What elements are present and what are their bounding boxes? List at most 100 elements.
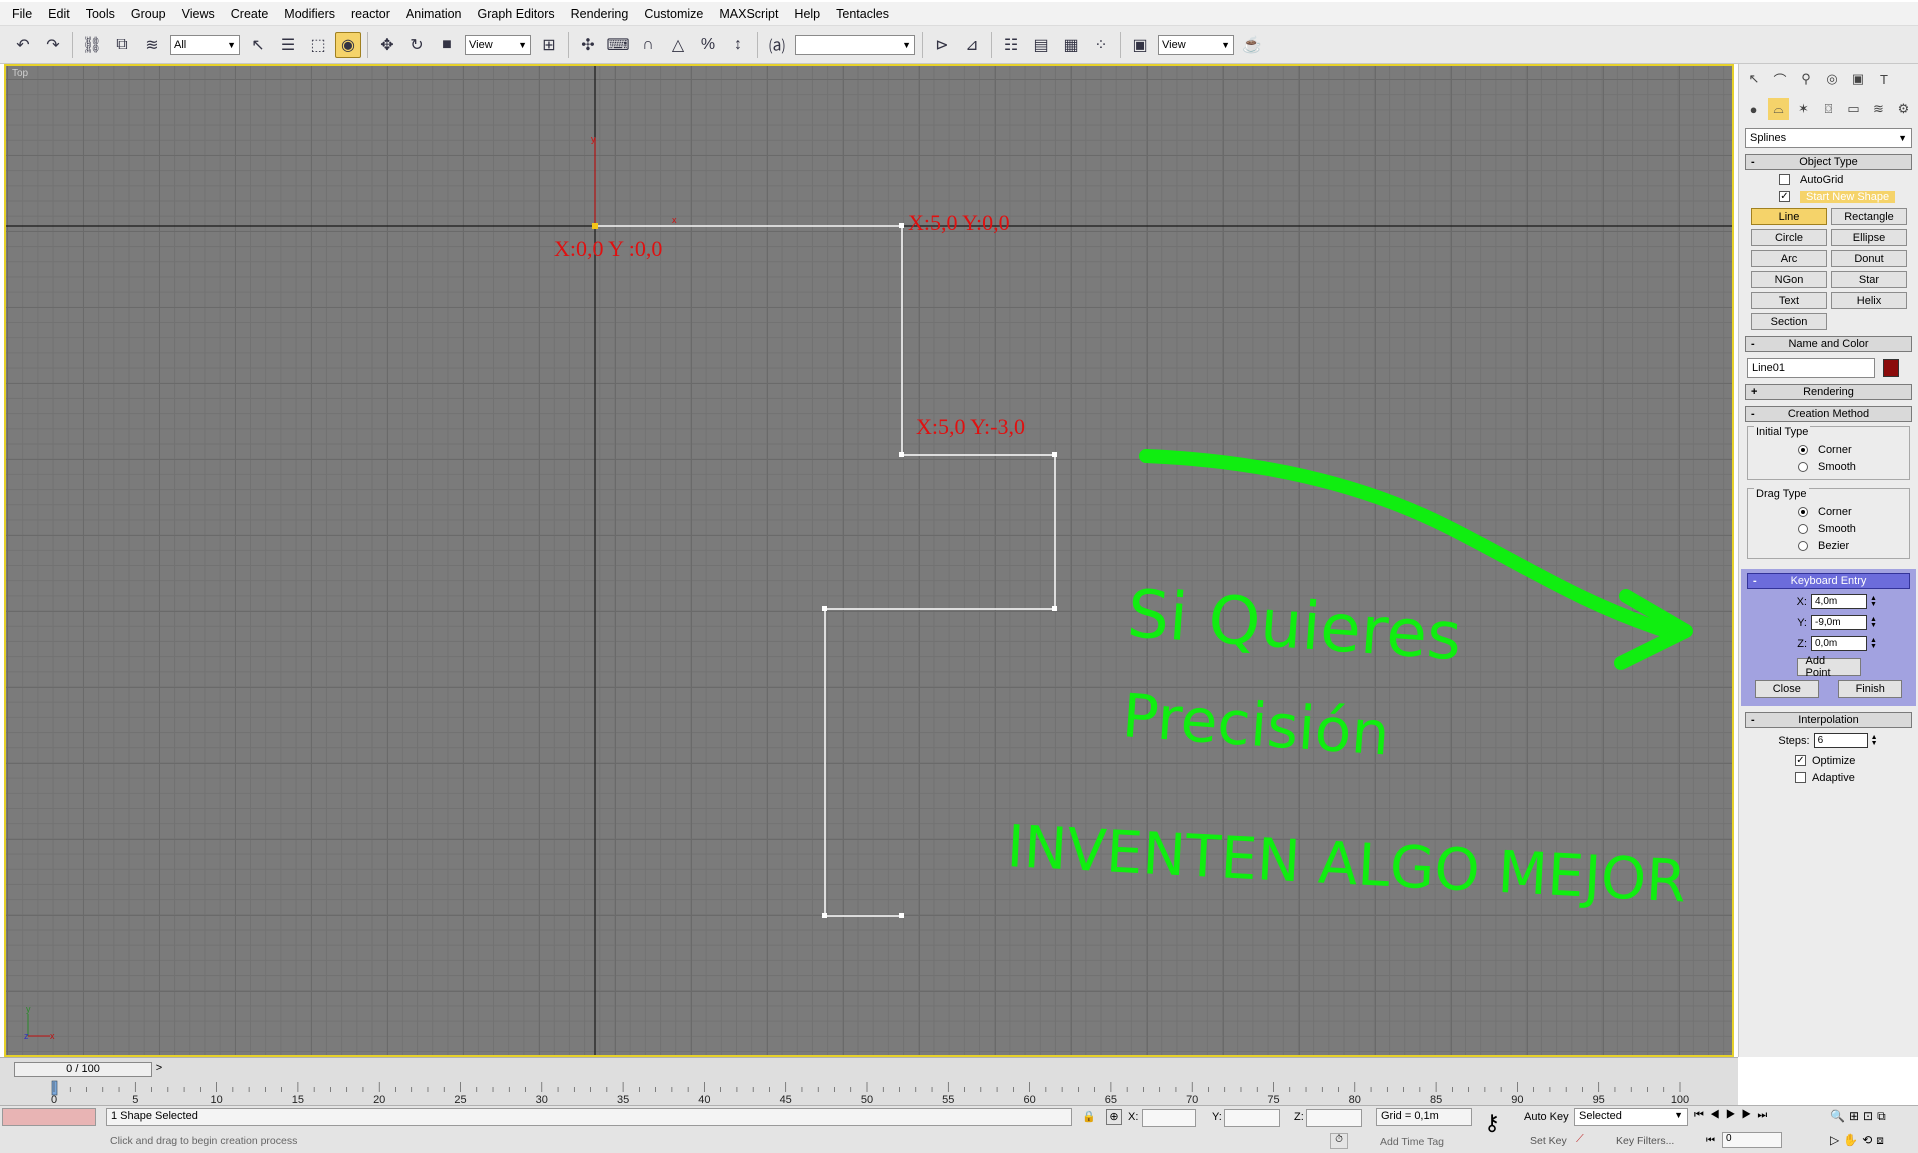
add-point-button[interactable]: Add Point [1796,655,1861,679]
object-type-circle-button[interactable]: Circle [1751,229,1827,246]
object-type-line-button[interactable]: Line [1751,208,1827,225]
selection-filter-dropdown[interactable]: All ▼ [170,34,240,55]
select-and-move-icon[interactable]: ✥ [374,32,400,58]
spinner-snap-icon[interactable]: ↕ [725,32,751,58]
lock-icon[interactable]: 🔒 [1082,1110,1096,1123]
close-button[interactable]: Close [1754,680,1819,698]
object-color-swatch[interactable] [1883,359,1899,377]
finish-button[interactable]: Finish [1838,680,1903,698]
spinner-arrows-icon[interactable]: ▲ ▼ [1870,595,1878,608]
maximize-viewport-icon[interactable]: ⧈ [1876,1133,1888,1147]
play-icon[interactable]: ▶ [1726,1109,1742,1121]
menu-tools[interactable]: Tools [78,7,123,21]
window-crossing-icon[interactable]: ◉ [335,31,361,58]
spline-first-vertex[interactable] [592,223,598,229]
drag-smooth-radio[interactable]: Smooth [1798,520,1903,537]
motion-tab-icon[interactable]: ◎ [1821,68,1843,90]
spline-vertex[interactable] [822,606,827,611]
spline-vertex[interactable] [822,913,827,918]
menu-edit[interactable]: Edit [40,7,78,21]
select-and-rotate-icon[interactable]: ↻ [404,32,430,58]
time-tag-icon[interactable]: ⏱ [1330,1133,1348,1149]
track-bar[interactable]: 0 5 10 15 20 25 30 35 40 45 50 55 60 65 70 75 80 85 90 95 10… [0,1078,1738,1106]
render-scene-icon[interactable]: ▣ [1127,32,1153,58]
spline-vertex[interactable] [1052,452,1057,457]
pan-icon[interactable]: ✋ [1843,1133,1862,1147]
object-type-ngon-button[interactable]: NGon [1751,271,1827,288]
spline-vertex[interactable] [899,913,904,918]
modify-tab-icon[interactable]: ⌒ [1769,68,1791,90]
menu-rendering[interactable]: Rendering [563,7,637,21]
maxscript-listener-mini[interactable] [2,1108,96,1126]
menu-modifiers[interactable]: Modifiers [276,7,343,21]
redo-icon[interactable]: ↷ [40,32,66,58]
interpolation-rollout[interactable]: - Interpolation [1745,712,1912,728]
spinner-arrows-icon[interactable]: ▲ ▼ [1870,616,1878,629]
shapes-icon[interactable]: ⌓ [1768,98,1789,120]
undo-icon[interactable]: ↶ [10,32,36,58]
material-editor-icon[interactable]: ⁘ [1088,32,1114,58]
drag-corner-radio[interactable]: Corner [1798,503,1903,520]
object-type-rollout[interactable]: - Object Type [1745,154,1912,170]
key-mode-dropdown[interactable]: Selected ▼ [1574,1108,1688,1126]
rendering-rollout[interactable]: + Rendering [1745,384,1912,400]
top-viewport[interactable]: Top y x X:0,0 Y :0,0 X:5,0 Y:0,0 X:5,0 Y… [4,64,1734,1057]
mirror-icon[interactable]: ⊳ [929,32,955,58]
select-by-name-icon[interactable]: ☰ [275,32,301,58]
goto-end-icon[interactable]: ⏭ [1757,1109,1773,1121]
create-tab-icon[interactable]: ↖ [1743,68,1765,90]
object-type-helix-button[interactable]: Helix [1831,292,1907,309]
auto-key-button[interactable]: Auto Key [1524,1111,1569,1123]
helpers-icon[interactable]: ▭ [1843,98,1864,120]
next-frame-arrow-icon[interactable]: > [152,1062,166,1077]
time-slider[interactable]: 0 / 100 [14,1062,152,1077]
optimize-checkbox[interactable]: ✓ Optimize [1795,753,1918,768]
zoom-extents-icon[interactable]: ⊡ [1863,1109,1877,1123]
autogrid-checkbox[interactable]: AutoGrid [1779,172,1918,187]
set-key-icon[interactable]: ⟋ [1576,1133,1584,1146]
select-and-scale-icon[interactable]: ■ [434,32,460,58]
status-y-field[interactable] [1224,1109,1280,1127]
edit-named-selection-icon[interactable]: ⒜ [764,32,790,58]
next-frame-icon[interactable]: ▶ [1742,1109,1758,1121]
adaptive-checkbox[interactable]: Adaptive [1795,770,1918,785]
drag-bezier-radio[interactable]: Bezier [1798,537,1903,554]
object-type-section-button[interactable]: Section [1751,313,1827,330]
menu-reactor[interactable]: reactor [343,7,398,21]
field-of-view-icon[interactable]: ▷ [1830,1133,1843,1147]
object-type-text-button[interactable]: Text [1751,292,1827,309]
object-type-rectangle-button[interactable]: Rectangle [1831,208,1907,225]
align-icon[interactable]: ⊿ [959,32,985,58]
menu-customize[interactable]: Customize [636,7,711,21]
schematic-view-icon[interactable]: ▦ [1058,32,1084,58]
hierarchy-tab-icon[interactable]: ⚲ [1795,68,1817,90]
space-warps-icon[interactable]: ≋ [1868,98,1889,120]
pivot-center-icon[interactable]: ⊞ [536,32,562,58]
render-view-dropdown[interactable]: View ▼ [1158,34,1234,55]
bind-space-warp-icon[interactable]: ≋ [139,32,165,58]
utilities-tab-icon[interactable]: T [1873,68,1895,90]
menu-maxscript[interactable]: MAXScript [711,7,786,21]
spline-vertex[interactable] [1052,606,1057,611]
current-frame-field[interactable]: 0 [1722,1132,1782,1148]
object-type-donut-button[interactable]: Donut [1831,250,1907,267]
keyboard-z-spinner[interactable]: 0,0m [1811,636,1867,651]
set-key-button[interactable]: Set Key [1530,1135,1567,1147]
menu-graph-editors[interactable]: Graph Editors [470,7,563,21]
shape-category-dropdown[interactable]: Splines ▼ [1745,128,1912,148]
spline-vertex[interactable] [899,223,904,228]
spline-line01[interactable] [595,225,1056,917]
zoom-all-icon[interactable]: ⊞ [1849,1109,1863,1123]
lights-icon[interactable]: ✶ [1793,98,1814,120]
systems-icon[interactable]: ⚙ [1893,98,1914,120]
zoom-extents-all-icon[interactable]: ⧉ [1877,1109,1890,1123]
select-and-link-icon[interactable]: ⛓ [79,32,105,58]
menu-create[interactable]: Create [223,7,277,21]
snaps-toggle-icon[interactable]: ∩ [635,32,661,58]
keyboard-entry-rollout[interactable]: - Keyboard Entry [1747,573,1910,589]
arc-rotate-icon[interactable]: ⟲ [1862,1133,1876,1147]
key-filters-button[interactable]: Key Filters... [1616,1135,1674,1147]
named-selection-dropdown[interactable]: ▼ [795,34,915,55]
geometry-icon[interactable]: ● [1743,98,1764,120]
add-time-tag-button[interactable]: Add Time Tag [1380,1136,1444,1148]
